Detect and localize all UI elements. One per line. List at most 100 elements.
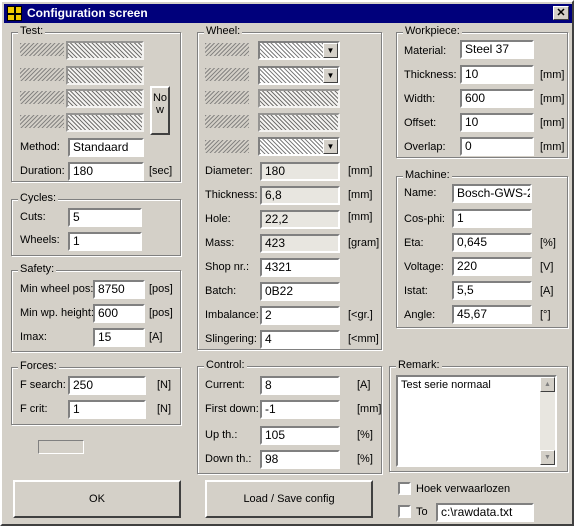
obscured-label xyxy=(20,115,64,128)
chevron-down-icon[interactable]: ▼ xyxy=(323,68,338,83)
to-path-field[interactable]: c:\rawdata.txt xyxy=(436,503,534,522)
scroll-up-icon[interactable]: ▲ xyxy=(540,377,555,392)
chevron-down-icon[interactable]: ▼ xyxy=(323,43,338,58)
slingering-unit: [<mm] xyxy=(348,333,379,345)
up-th-label: Up th.: xyxy=(205,429,238,441)
eta-unit: [%] xyxy=(540,237,556,249)
down-th-unit: [%] xyxy=(357,453,373,465)
width-unit: [mm] xyxy=(540,93,565,105)
remark-scrollbar[interactable]: ▲ ▼ xyxy=(540,377,555,465)
test-legend: Test: xyxy=(18,25,46,37)
app-icon xyxy=(7,6,22,21)
offset-unit: [mm] xyxy=(540,117,565,129)
wheels-field[interactable]: 1 xyxy=(68,232,142,251)
hoek-verwaarlozen-checkbox[interactable] xyxy=(398,482,411,495)
obscured-field[interactable] xyxy=(258,89,340,108)
min-wp-height-field[interactable]: 600 xyxy=(93,304,145,323)
f-search-unit: [N] xyxy=(157,379,172,391)
method-field[interactable]: Standaard xyxy=(68,138,144,157)
f-search-field[interactable]: 250 xyxy=(68,376,146,395)
material-field[interactable]: Steel 37 xyxy=(460,40,534,59)
overlap-label: Overlap: xyxy=(404,141,446,153)
cuts-field[interactable]: 5 xyxy=(68,208,142,227)
angle-label: Angle: xyxy=(404,309,436,321)
obscured-field[interactable] xyxy=(66,41,144,60)
ok-button[interactable]: OK xyxy=(13,480,181,518)
min-wheel-pos-field[interactable]: 8750 xyxy=(93,280,145,299)
f-crit-label: F crit: xyxy=(20,403,48,415)
obscured-label xyxy=(205,43,249,56)
obscured-label xyxy=(20,68,64,81)
duration-field[interactable]: 180 xyxy=(68,162,144,181)
istat-label: Istat: xyxy=(404,285,428,297)
obscured-label xyxy=(205,115,249,128)
wheel-select-1[interactable]: ▼ xyxy=(258,41,340,60)
f-crit-field[interactable]: 1 xyxy=(68,400,146,419)
wheel-thickness-unit: [mm] xyxy=(348,189,373,201)
wheel-select-2[interactable]: ▼ xyxy=(258,66,340,85)
slingering-label: Slingering: xyxy=(205,333,257,345)
workpiece-thickness-field[interactable]: 10 xyxy=(460,65,534,84)
safety-legend: Safety: xyxy=(18,263,57,275)
material-label: Material: xyxy=(404,45,447,57)
current-unit: [A] xyxy=(357,379,371,391)
hole-label: Hole: xyxy=(205,213,231,225)
obscured-field[interactable] xyxy=(66,89,144,108)
hole-field: 22,2 xyxy=(260,210,340,229)
overlap-unit: [mm] xyxy=(540,141,565,153)
current-label: Current: xyxy=(205,379,245,391)
voltage-unit: [V] xyxy=(540,261,554,273)
wheels-label: Wheels: xyxy=(20,234,60,246)
machine-legend: Machine: xyxy=(403,169,452,181)
offset-field[interactable]: 10 xyxy=(460,113,534,132)
imax-label: Imax: xyxy=(20,331,47,343)
current-field[interactable]: 8 xyxy=(260,376,340,395)
batch-field[interactable]: 0B22 xyxy=(260,282,340,301)
obscured-label xyxy=(205,91,249,104)
remark-textarea[interactable]: Test serie normaal ▲ ▼ xyxy=(396,375,557,467)
wheel-select-3[interactable]: ▼ xyxy=(258,137,340,156)
down-th-field[interactable]: 98 xyxy=(260,450,340,469)
obscured-label xyxy=(20,43,64,56)
load-save-config-button[interactable]: Load / Save config xyxy=(205,480,373,518)
eta-field[interactable]: 0,645 xyxy=(452,233,532,252)
wheel-thickness-label: Thickness: xyxy=(205,189,258,201)
imax-field[interactable]: 15 xyxy=(93,328,145,347)
obscured-label xyxy=(20,91,64,104)
diameter-field: 180 xyxy=(260,162,340,181)
obscured-field[interactable] xyxy=(258,113,340,132)
chevron-down-icon[interactable]: ▼ xyxy=(323,139,338,154)
title-bar[interactable]: Configuration screen ✕ xyxy=(4,4,572,23)
now-button[interactable]: Now xyxy=(150,86,170,135)
istat-field[interactable]: 5,5 xyxy=(452,281,532,300)
imbalance-field[interactable]: 2 xyxy=(260,306,340,325)
remark-legend: Remark: xyxy=(396,359,442,371)
up-th-field[interactable]: 105 xyxy=(260,426,340,445)
obscured-field[interactable] xyxy=(66,66,144,85)
imbalance-unit: [<gr.] xyxy=(348,309,373,321)
min-wheel-pos-label: Min wheel pos: xyxy=(20,283,94,295)
angle-field[interactable]: 45,67 xyxy=(452,305,532,324)
close-button[interactable]: ✕ xyxy=(553,6,569,20)
obscured-label xyxy=(205,140,249,153)
shop-nr-field[interactable]: 4321 xyxy=(260,258,340,277)
machine-name-label: Name: xyxy=(404,187,437,199)
duration-label: Duration: xyxy=(20,165,65,177)
wheel-thickness-field: 6,8 xyxy=(260,186,340,205)
scroll-down-icon[interactable]: ▼ xyxy=(540,450,555,465)
cosphi-field[interactable]: 1 xyxy=(452,209,532,228)
shop-nr-label: Shop nr.: xyxy=(205,261,250,273)
obscured-field[interactable] xyxy=(66,113,144,132)
first-down-field[interactable]: -1 xyxy=(260,400,340,419)
remark-text: Test serie normaal xyxy=(401,379,491,391)
width-label: Width: xyxy=(404,93,436,105)
diameter-unit: [mm] xyxy=(348,165,373,177)
machine-name-field[interactable]: Bosch-GWS-23 xyxy=(452,184,532,203)
overlap-field[interactable]: 0 xyxy=(460,137,534,156)
slingering-field[interactable]: 4 xyxy=(260,330,340,349)
cycles-legend: Cycles: xyxy=(18,192,59,204)
to-checkbox[interactable] xyxy=(398,505,411,518)
method-label: Method: xyxy=(20,141,60,153)
voltage-field[interactable]: 220 xyxy=(452,257,532,276)
width-field[interactable]: 600 xyxy=(460,89,534,108)
